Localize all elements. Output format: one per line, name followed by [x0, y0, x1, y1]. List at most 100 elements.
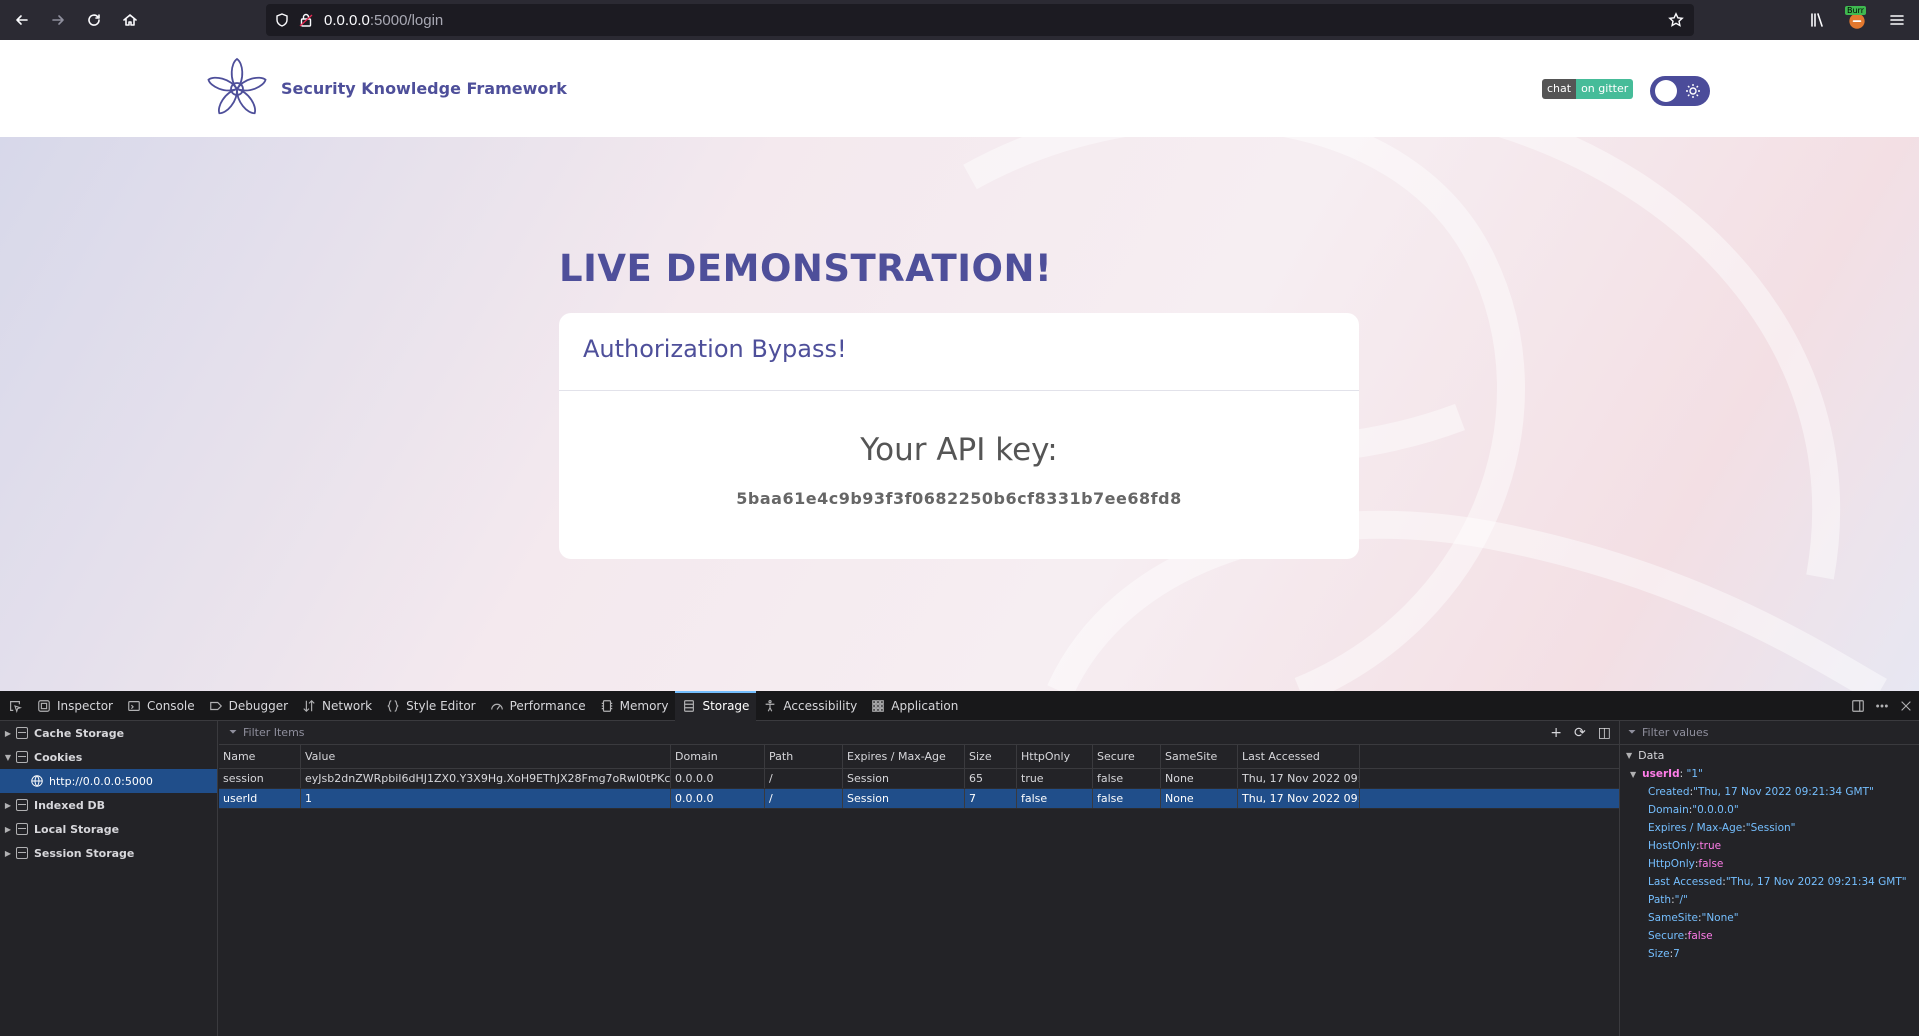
- data-section-header[interactable]: ▼ Data: [1620, 745, 1919, 765]
- database-icon: [16, 751, 28, 763]
- column-header-secure[interactable]: Secure: [1093, 745, 1161, 768]
- column-header-expires-max-age[interactable]: Expires / Max-Age: [843, 745, 965, 768]
- tab-performance[interactable]: Performance: [483, 691, 593, 721]
- detail-entry[interactable]: Size: 7: [1620, 945, 1919, 963]
- tab-memory[interactable]: Memory: [593, 691, 676, 721]
- detail-entry[interactable]: Last Accessed: "Thu, 17 Nov 2022 09:21:3…: [1620, 873, 1919, 891]
- detail-key: Domain: [1648, 804, 1689, 816]
- console-icon: [127, 699, 141, 713]
- cell-value: 1: [301, 789, 671, 808]
- detail-key: Size: [1648, 948, 1670, 960]
- hero-section: LIVE DEMONSTRATION! Authorization Bypass…: [0, 137, 1919, 691]
- filter-items-input[interactable]: Filter Items: [243, 726, 305, 739]
- collapse-arrow-icon[interactable]: ▼: [1626, 751, 1632, 760]
- close-devtools-icon[interactable]: [1899, 699, 1913, 713]
- root-separator: :: [1679, 768, 1687, 780]
- back-arrow-icon: [16, 15, 28, 25]
- detail-value: "None": [1701, 912, 1739, 924]
- tab-storage[interactable]: Storage: [675, 690, 757, 721]
- element-picker-button[interactable]: [0, 691, 30, 721]
- api-key-value: 5baa61e4c9b93f3f0682250b6cf8331b7ee68fd8: [736, 489, 1182, 508]
- filter-values-input[interactable]: Filter values: [1642, 726, 1709, 739]
- url-bar[interactable]: 0.0.0.0:5000/login: [266, 4, 1694, 36]
- gitter-chat-badge[interactable]: chat on gitter: [1542, 79, 1634, 99]
- insecure-lock-icon[interactable]: [298, 12, 314, 28]
- collapse-arrow-icon[interactable]: ▼: [1630, 770, 1636, 779]
- expand-arrow-icon[interactable]: ▶: [0, 801, 16, 810]
- detail-entry[interactable]: Domain: "0.0.0.0": [1620, 801, 1919, 819]
- column-header-path[interactable]: Path: [765, 745, 843, 768]
- tab-label: Console: [146, 698, 195, 713]
- collapse-arrow-icon[interactable]: ▼: [0, 753, 16, 762]
- memory-icon: [600, 699, 614, 713]
- devtools-tabs: Inspector Console Debugger Network Style Edi…: [30, 690, 965, 721]
- column-header-domain[interactable]: Domain: [671, 745, 765, 768]
- brand-name[interactable]: Security Knowledge Framework: [281, 79, 567, 98]
- more-options-icon[interactable]: [1875, 699, 1889, 713]
- menu-button[interactable]: [1875, 2, 1919, 38]
- extension-button[interactable]: Burr: [1839, 2, 1875, 38]
- detail-entry[interactable]: HttpOnly: false: [1620, 855, 1919, 873]
- detail-entry[interactable]: HostOnly: true: [1620, 837, 1919, 855]
- bookmark-star-icon[interactable]: [1668, 12, 1684, 32]
- tab-debugger[interactable]: Debugger: [202, 691, 295, 721]
- tracking-shield-icon[interactable]: [274, 12, 290, 28]
- expand-arrow-icon[interactable]: ▶: [0, 825, 16, 834]
- column-header-value[interactable]: Value: [301, 745, 671, 768]
- reload-button[interactable]: [76, 2, 112, 38]
- tab-network[interactable]: Network: [295, 691, 379, 721]
- tree-label: http://0.0.0.0:5000: [49, 774, 153, 788]
- column-header-samesite[interactable]: SameSite: [1161, 745, 1238, 768]
- tab-label: Storage: [702, 698, 750, 713]
- detail-entry[interactable]: SameSite: "None": [1620, 909, 1919, 927]
- cell-value: eyJsb2dnZWRpbiI6dHJ1ZX0.Y3X9Hg.XoH9EThJX…: [301, 769, 671, 788]
- forward-arrow-icon: [52, 15, 64, 25]
- filter-items-bar[interactable]: ⏷ Filter Items + ⟳ ◫: [219, 721, 1619, 745]
- back-button[interactable]: [4, 2, 40, 38]
- home-button[interactable]: [112, 2, 148, 38]
- sidebar-root-entry[interactable]: ▼ userId: "1": [1620, 765, 1919, 783]
- tab-inspector[interactable]: Inspector: [30, 691, 120, 721]
- tab-accessibility[interactable]: Accessibility: [756, 691, 864, 721]
- detail-entry[interactable]: Expires / Max-Age: "Session": [1620, 819, 1919, 837]
- tree-item-session-storage[interactable]: ▶ Session Storage: [0, 841, 217, 865]
- theme-toggle[interactable]: [1650, 76, 1710, 106]
- cookie-row[interactable]: session eyJsb2dnZWRpbiI6dHJ1ZX0.Y3X9Hg.Xo…: [219, 769, 1619, 789]
- tree-item-indexed-db[interactable]: ▶ Indexed DB: [0, 793, 217, 817]
- sun-icon: [1686, 84, 1700, 98]
- cell-secure: false: [1093, 789, 1161, 808]
- tab-console[interactable]: Console: [120, 691, 202, 721]
- tree-item-cache-storage[interactable]: ▶ Cache Storage: [0, 721, 217, 745]
- column-header-size[interactable]: Size: [965, 745, 1017, 768]
- tree-item-cookie-origin[interactable]: http://0.0.0.0:5000: [0, 769, 217, 793]
- add-item-icon[interactable]: +: [1550, 725, 1562, 741]
- column-header-name[interactable]: Name: [219, 745, 301, 768]
- library-button[interactable]: [1795, 2, 1839, 38]
- forward-button[interactable]: [40, 2, 76, 38]
- toggle-sidebar-icon[interactable]: ◫: [1598, 725, 1611, 741]
- detail-value: "/": [1674, 894, 1688, 906]
- detail-entry[interactable]: Created: "Thu, 17 Nov 2022 09:21:34 GMT": [1620, 783, 1919, 801]
- hamburger-icon: [1890, 15, 1904, 25]
- detail-key: Last Accessed: [1648, 876, 1723, 888]
- tree-label: Cache Storage: [34, 726, 125, 740]
- expand-arrow-icon[interactable]: ▶: [0, 729, 16, 738]
- filter-values-bar[interactable]: ⏷ Filter values: [1620, 721, 1919, 745]
- column-header-last-accessed[interactable]: Last Accessed: [1238, 745, 1360, 768]
- detail-entry[interactable]: Path: "/": [1620, 891, 1919, 909]
- detail-entry[interactable]: Secure: false: [1620, 927, 1919, 945]
- tab-application[interactable]: Application: [864, 691, 965, 721]
- cell-last-accessed: Thu, 17 Nov 2022 09:21:3...: [1238, 789, 1360, 808]
- url-path: :5000/login: [369, 11, 444, 29]
- expand-arrow-icon[interactable]: ▶: [0, 849, 16, 858]
- refresh-items-icon[interactable]: ⟳: [1574, 725, 1586, 741]
- tab-style-editor[interactable]: Style Editor: [379, 691, 482, 721]
- dock-side-icon[interactable]: [1851, 699, 1865, 713]
- tree-item-cookies[interactable]: ▼ Cookies: [0, 745, 217, 769]
- cell-size: 65: [965, 769, 1017, 788]
- tree-item-local-storage[interactable]: ▶ Local Storage: [0, 817, 217, 841]
- skf-flower-logo-icon[interactable]: [207, 56, 267, 122]
- tree-label: Local Storage: [34, 822, 120, 836]
- cookie-row[interactable]: userId 1 0.0.0.0/Session 7 false false None Thu…: [219, 789, 1619, 809]
- column-header-httponly[interactable]: HttpOnly: [1017, 745, 1093, 768]
